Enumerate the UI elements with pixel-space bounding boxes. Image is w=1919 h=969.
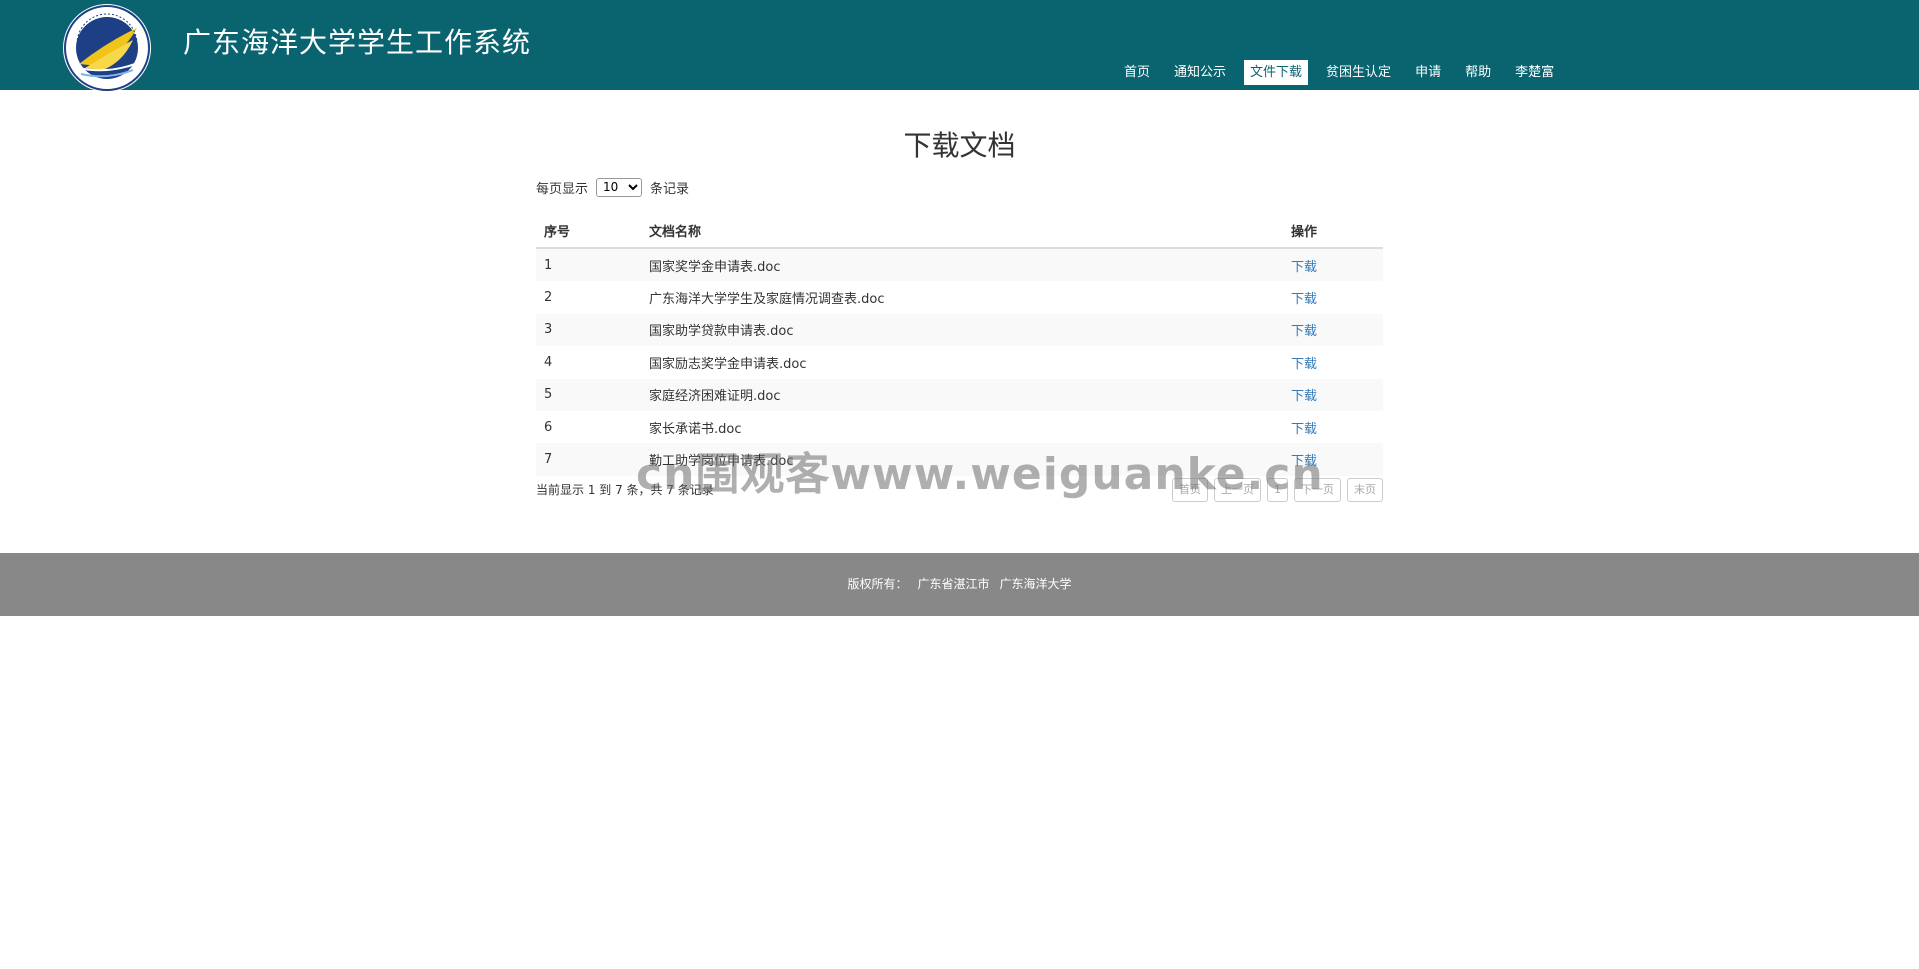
nav-user-name[interactable]: 李楚富 [1509, 60, 1560, 85]
column-header-action[interactable]: 操作 [1283, 213, 1383, 249]
footer-copyright-label: 版权所有： [847, 577, 908, 591]
row-index: 1 [544, 257, 553, 273]
row-index: 6 [544, 419, 553, 435]
column-header-index[interactable]: 序号 [536, 213, 641, 249]
row-document-name: 国家励志奖学金申请表.doc [649, 356, 807, 372]
download-link[interactable]: 下载 [1291, 324, 1317, 339]
row-document-name: 家庭经济困难证明.doc [649, 389, 781, 405]
university-logo [63, 4, 151, 92]
row-index: 3 [544, 322, 553, 338]
site-footer: 版权所有： 广东省湛江市 广东海洋大学 [0, 553, 1919, 616]
top-header: 广东海洋大学学生工作系统 首页 通知公示 文件下载 贫困生认定 申请 帮助 李楚… [0, 0, 1919, 92]
table-row: 5 家庭经济困难证明.doc 下载 [536, 378, 1383, 411]
row-index: 4 [544, 354, 553, 370]
table-row: 4 国家励志奖学金申请表.doc 下载 [536, 346, 1383, 378]
row-index: 2 [544, 290, 553, 306]
documents-table: 序号 文档名称 操作 1 国家奖学金申请表.doc 下载 2 广东海洋大学学生及… [536, 213, 1383, 476]
row-index: 5 [544, 387, 553, 403]
nav-home[interactable]: 首页 [1118, 60, 1156, 85]
nav-downloads[interactable]: 文件下载 [1244, 60, 1309, 85]
page-length-control: 每页显示 10 条记录 [536, 172, 1383, 202]
site-title: 广东海洋大学学生工作系统 [183, 26, 532, 59]
table-row: 1 国家奖学金申请表.doc 下载 [536, 248, 1383, 282]
row-document-name: 国家奖学金申请表.doc [649, 259, 781, 275]
page-length-suffix: 条记录 [650, 181, 690, 197]
table-header-row: 序号 文档名称 操作 [536, 213, 1383, 249]
table-row: 3 国家助学贷款申请表.doc 下载 [536, 313, 1383, 347]
column-header-name[interactable]: 文档名称 [641, 213, 1283, 249]
page-length-select[interactable]: 10 [596, 177, 643, 197]
download-link[interactable]: 下载 [1291, 422, 1317, 437]
download-link[interactable]: 下载 [1291, 260, 1317, 275]
table-row: 2 广东海洋大学学生及家庭情况调查表.doc 下载 [536, 281, 1383, 313]
nav-apply[interactable]: 申请 [1409, 60, 1447, 85]
footer-school: 广东海洋大学 [999, 577, 1072, 591]
row-document-name: 广东海洋大学学生及家庭情况调查表.doc [649, 292, 885, 308]
nav-notices[interactable]: 通知公示 [1168, 60, 1232, 85]
last-page-button[interactable]: 末页 [1347, 477, 1383, 502]
watermark-text: cn围观客www.weiguanke.cn [636, 449, 1324, 500]
download-link[interactable]: 下载 [1291, 292, 1317, 307]
download-link[interactable]: 下载 [1291, 389, 1317, 404]
page-length-prefix: 每页显示 [536, 181, 589, 197]
nav-poverty-certification[interactable]: 贫困生认定 [1320, 60, 1397, 85]
row-index: 7 [544, 452, 553, 468]
main-nav: 首页 通知公示 文件下载 贫困生认定 申请 帮助 李楚富 [1118, 60, 1572, 86]
footer-location: 广东省湛江市 [917, 577, 990, 591]
page-title: 下载文档 [903, 129, 1016, 162]
row-document-name: 国家助学贷款申请表.doc [649, 324, 794, 340]
download-link[interactable]: 下载 [1291, 357, 1317, 372]
nav-help[interactable]: 帮助 [1459, 60, 1497, 85]
